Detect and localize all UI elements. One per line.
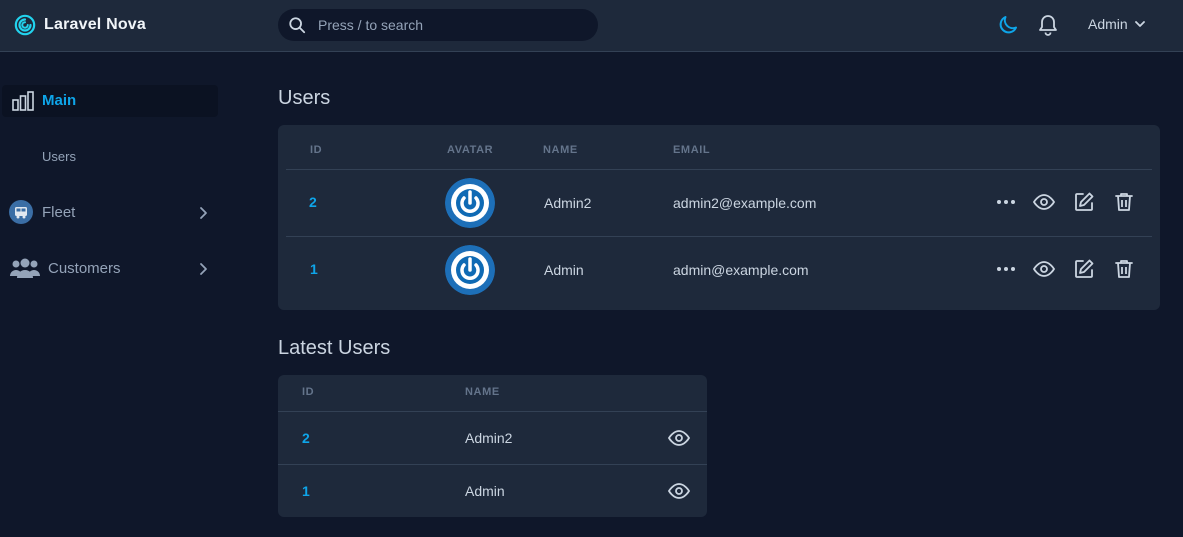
sidebar-group-customers[interactable]: Customers bbox=[0, 255, 218, 283]
search-input[interactable]: Press / to search bbox=[278, 9, 598, 41]
users-icon bbox=[10, 258, 40, 278]
user-menu-label: Admin bbox=[1088, 16, 1128, 32]
column-header-name: NAME bbox=[465, 386, 500, 398]
users-card-title: Users bbox=[278, 87, 331, 109]
column-header-name[interactable]: NAME bbox=[543, 144, 578, 156]
row-divider bbox=[278, 464, 707, 465]
user-name: Admin2 bbox=[544, 195, 592, 211]
user-email: admin@example.com bbox=[673, 262, 809, 278]
moon-icon[interactable] bbox=[996, 13, 1020, 37]
view-icon[interactable] bbox=[1032, 190, 1056, 214]
users-table-card: ID AVATAR NAME EMAIL 2 Admin2 admin2@exa… bbox=[278, 125, 1160, 310]
more-actions-icon[interactable] bbox=[994, 257, 1018, 281]
user-name: Admin bbox=[544, 262, 584, 278]
latest-user-name: Admin2 bbox=[465, 430, 513, 446]
column-header-id[interactable]: ID bbox=[310, 144, 322, 156]
edit-icon[interactable] bbox=[1072, 190, 1096, 214]
bell-icon[interactable] bbox=[1037, 13, 1059, 37]
chevron-right-icon bbox=[200, 263, 207, 275]
avatar bbox=[445, 178, 495, 228]
delete-icon[interactable] bbox=[1112, 190, 1136, 214]
column-header-email[interactable]: EMAIL bbox=[673, 144, 710, 156]
brand-name: Laravel Nova bbox=[44, 16, 147, 33]
latest-user-name: Admin bbox=[465, 483, 505, 499]
chevron-down-icon bbox=[1134, 21, 1145, 27]
row-divider bbox=[286, 169, 1152, 170]
column-header-avatar: AVATAR bbox=[447, 144, 494, 156]
view-icon[interactable] bbox=[667, 479, 691, 503]
view-icon[interactable] bbox=[667, 426, 691, 450]
row-divider bbox=[278, 411, 707, 412]
sidebar-section-main-label: Main bbox=[42, 92, 77, 109]
user-id-link[interactable]: 2 bbox=[309, 194, 317, 210]
more-actions-icon[interactable] bbox=[994, 190, 1018, 214]
latest-users-card: ID NAME 2 Admin2 1 Admin bbox=[278, 375, 707, 517]
sidebar-group-fleet-label: Fleet bbox=[42, 204, 76, 221]
sidebar-group-customers-label: Customers bbox=[48, 260, 121, 277]
row-divider bbox=[286, 236, 1152, 237]
chevron-right-icon bbox=[200, 207, 207, 219]
brand-logo[interactable]: Laravel Nova bbox=[14, 12, 146, 38]
sidebar-section-main[interactable]: Main bbox=[2, 85, 218, 117]
search-icon bbox=[289, 17, 306, 34]
user-email: admin2@example.com bbox=[673, 195, 817, 211]
user-id-link[interactable]: 1 bbox=[310, 261, 318, 277]
bar-chart-icon bbox=[12, 91, 34, 111]
column-header-id: ID bbox=[302, 386, 315, 398]
edit-icon[interactable] bbox=[1072, 257, 1096, 281]
bus-icon bbox=[9, 200, 33, 224]
delete-icon[interactable] bbox=[1112, 257, 1136, 281]
view-icon[interactable] bbox=[1032, 257, 1056, 281]
user-menu[interactable]: Admin bbox=[1088, 16, 1146, 32]
avatar bbox=[445, 245, 495, 295]
sidebar-item-users[interactable]: Users bbox=[42, 149, 76, 164]
nova-logo-icon bbox=[14, 14, 36, 36]
top-bar: Laravel Nova Press / to search Admin bbox=[0, 0, 1183, 52]
sidebar-group-fleet[interactable]: Fleet bbox=[0, 199, 218, 227]
latest-users-card-title: Latest Users bbox=[278, 337, 391, 359]
search-placeholder: Press / to search bbox=[318, 17, 424, 33]
latest-user-id-link[interactable]: 1 bbox=[302, 483, 310, 499]
latest-user-id-link[interactable]: 2 bbox=[302, 430, 310, 446]
